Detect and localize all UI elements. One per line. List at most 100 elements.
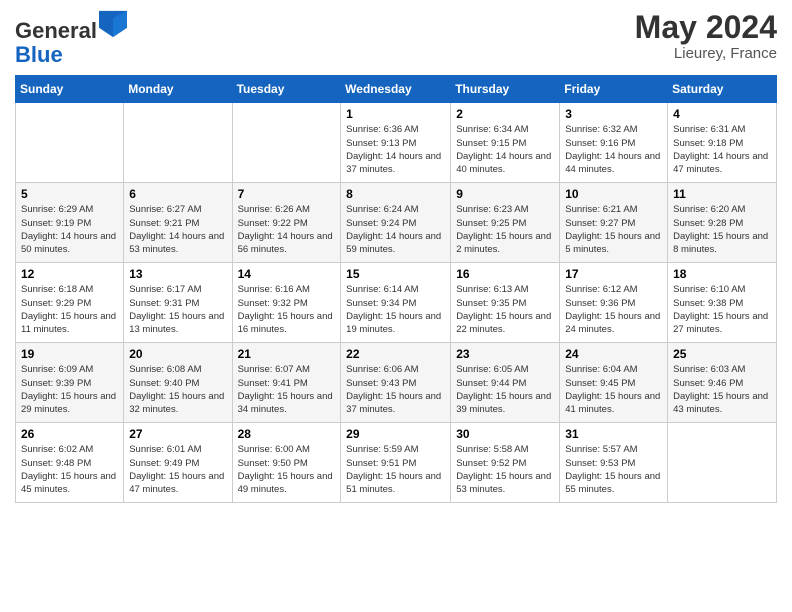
day-number: 9 [456,187,554,201]
cell-content: Sunrise: 6:03 AM Sunset: 9:46 PM Dayligh… [673,363,771,416]
cell-content: Sunrise: 6:34 AM Sunset: 9:15 PM Dayligh… [456,123,554,176]
location: Lieurey, France [635,45,777,62]
cell-content: Sunrise: 5:59 AM Sunset: 9:51 PM Dayligh… [346,443,445,496]
day-number: 12 [21,267,118,281]
day-number: 27 [129,427,226,441]
day-number: 20 [129,347,226,361]
cell-content: Sunrise: 6:02 AM Sunset: 9:48 PM Dayligh… [21,443,118,496]
cell-content: Sunrise: 6:27 AM Sunset: 9:21 PM Dayligh… [129,203,226,256]
day-number: 28 [238,427,336,441]
day-number: 23 [456,347,554,361]
calendar-cell: 4Sunrise: 6:31 AM Sunset: 9:18 PM Daylig… [668,103,777,183]
calendar-cell: 23 Sunrise: 6:05 AM Sunset: 9:44 PM Dayli… [451,343,560,423]
title-block: May 2024 Lieurey, France [635,10,777,62]
day-number: 5 [21,187,118,201]
calendar-cell: 1Sunrise: 6:36 AM Sunset: 9:13 PM Daylig… [341,103,451,183]
calendar-week-row: 1Sunrise: 6:36 AM Sunset: 9:13 PM Daylig… [16,103,777,183]
day-number: 24 [565,347,662,361]
weekday-header-tuesday: Tuesday [232,76,341,103]
calendar-cell: 28 Sunrise: 6:00 AM Sunset: 9:50 PM Dayli… [232,423,341,503]
cell-content: Sunrise: 6:32 AM Sunset: 9:16 PM Dayligh… [565,123,662,176]
cell-content: Sunrise: 6:17 AM Sunset: 9:31 PM Dayligh… [129,283,226,336]
calendar-cell: 10 Sunrise: 6:21 AM Sunset: 9:27 PM Dayli… [560,183,668,263]
day-number: 21 [238,347,336,361]
weekday-header-row: SundayMondayTuesdayWednesdayThursdayFrid… [16,76,777,103]
cell-content: Sunrise: 6:10 AM Sunset: 9:38 PM Dayligh… [673,283,771,336]
calendar-cell: 20 Sunrise: 6:08 AM Sunset: 9:40 PM Dayli… [124,343,232,423]
day-number: 1 [346,107,445,121]
calendar-cell: 7 Sunrise: 6:26 AM Sunset: 9:22 PM Daylig… [232,183,341,263]
cell-content: Sunrise: 6:14 AM Sunset: 9:34 PM Dayligh… [346,283,445,336]
weekday-header-wednesday: Wednesday [341,76,451,103]
calendar-cell: 19 Sunrise: 6:09 AM Sunset: 9:39 PM Dayli… [16,343,124,423]
cell-content: Sunrise: 6:08 AM Sunset: 9:40 PM Dayligh… [129,363,226,416]
logo-icon [99,10,127,38]
calendar-cell: 9Sunrise: 6:23 AM Sunset: 9:25 PM Daylig… [451,183,560,263]
day-number: 3 [565,107,662,121]
day-number: 29 [346,427,445,441]
day-number: 30 [456,427,554,441]
cell-content: Sunrise: 6:21 AM Sunset: 9:27 PM Dayligh… [565,203,662,256]
weekday-header-thursday: Thursday [451,76,560,103]
logo: General Blue [15,10,127,67]
cell-content: Sunrise: 6:31 AM Sunset: 9:18 PM Dayligh… [673,123,771,176]
calendar-cell: 29 Sunrise: 5:59 AM Sunset: 9:51 PM Dayli… [341,423,451,503]
day-number: 15 [346,267,445,281]
day-number: 16 [456,267,554,281]
logo-blue: Blue [15,42,63,67]
cell-content: Sunrise: 6:26 AM Sunset: 9:22 PM Dayligh… [238,203,336,256]
calendar-cell: 15 Sunrise: 6:14 AM Sunset: 9:34 PM Dayli… [341,263,451,343]
cell-content: Sunrise: 5:57 AM Sunset: 9:53 PM Dayligh… [565,443,662,496]
calendar-cell: 14Sunrise: 6:16 AM Sunset: 9:32 PM Dayli… [232,263,341,343]
calendar-cell [16,103,124,183]
cell-content: Sunrise: 6:05 AM Sunset: 9:44 PM Dayligh… [456,363,554,416]
day-number: 19 [21,347,118,361]
cell-content: Sunrise: 6:00 AM Sunset: 9:50 PM Dayligh… [238,443,336,496]
day-number: 2 [456,107,554,121]
day-number: 17 [565,267,662,281]
day-number: 10 [565,187,662,201]
weekday-header-friday: Friday [560,76,668,103]
cell-content: Sunrise: 6:16 AM Sunset: 9:32 PM Dayligh… [238,283,336,336]
calendar-table: SundayMondayTuesdayWednesdayThursdayFrid… [15,75,777,503]
calendar-cell: 21 Sunrise: 6:07 AM Sunset: 9:41 PM Dayli… [232,343,341,423]
calendar-cell: 24 Sunrise: 6:04 AM Sunset: 9:45 PM Dayli… [560,343,668,423]
weekday-header-sunday: Sunday [16,76,124,103]
weekday-header-monday: Monday [124,76,232,103]
calendar-cell: 16Sunrise: 6:13 AM Sunset: 9:35 PM Dayli… [451,263,560,343]
calendar-cell: 5Sunrise: 6:29 AM Sunset: 9:19 PM Daylig… [16,183,124,263]
weekday-header-saturday: Saturday [668,76,777,103]
cell-content: Sunrise: 6:09 AM Sunset: 9:39 PM Dayligh… [21,363,118,416]
calendar-cell: 26Sunrise: 6:02 AM Sunset: 9:48 PM Dayli… [16,423,124,503]
day-number: 25 [673,347,771,361]
day-number: 8 [346,187,445,201]
calendar-cell: 25 Sunrise: 6:03 AM Sunset: 9:46 PM Dayli… [668,343,777,423]
calendar-cell [668,423,777,503]
page-header: General Blue May 2024 Lieurey, France [15,10,777,67]
cell-content: Sunrise: 6:01 AM Sunset: 9:49 PM Dayligh… [129,443,226,496]
calendar-cell: 17Sunrise: 6:12 AM Sunset: 9:36 PM Dayli… [560,263,668,343]
calendar-cell: 30Sunrise: 5:58 AM Sunset: 9:52 PM Dayli… [451,423,560,503]
cell-content: Sunrise: 6:07 AM Sunset: 9:41 PM Dayligh… [238,363,336,416]
calendar-week-row: 5Sunrise: 6:29 AM Sunset: 9:19 PM Daylig… [16,183,777,263]
calendar-cell: 27 Sunrise: 6:01 AM Sunset: 9:49 PM Dayli… [124,423,232,503]
month-title: May 2024 [635,10,777,45]
calendar-cell [232,103,341,183]
calendar-cell: 2 Sunrise: 6:34 AM Sunset: 9:15 PM Daylig… [451,103,560,183]
day-number: 18 [673,267,771,281]
calendar-cell: 22 Sunrise: 6:06 AM Sunset: 9:43 PM Dayli… [341,343,451,423]
calendar-week-row: 26Sunrise: 6:02 AM Sunset: 9:48 PM Dayli… [16,423,777,503]
calendar-cell: 6Sunrise: 6:27 AM Sunset: 9:21 PM Daylig… [124,183,232,263]
cell-content: Sunrise: 6:06 AM Sunset: 9:43 PM Dayligh… [346,363,445,416]
cell-content: Sunrise: 6:04 AM Sunset: 9:45 PM Dayligh… [565,363,662,416]
day-number: 7 [238,187,336,201]
logo-text-block: General Blue [15,10,127,67]
calendar-cell: 8Sunrise: 6:24 AM Sunset: 9:24 PM Daylig… [341,183,451,263]
calendar-cell: 11Sunrise: 6:20 AM Sunset: 9:28 PM Dayli… [668,183,777,263]
calendar-cell: 3 Sunrise: 6:32 AM Sunset: 9:16 PM Daylig… [560,103,668,183]
calendar-cell: 13Sunrise: 6:17 AM Sunset: 9:31 PM Dayli… [124,263,232,343]
cell-content: Sunrise: 6:20 AM Sunset: 9:28 PM Dayligh… [673,203,771,256]
day-number: 22 [346,347,445,361]
calendar-cell [124,103,232,183]
logo-general: General [15,18,97,43]
